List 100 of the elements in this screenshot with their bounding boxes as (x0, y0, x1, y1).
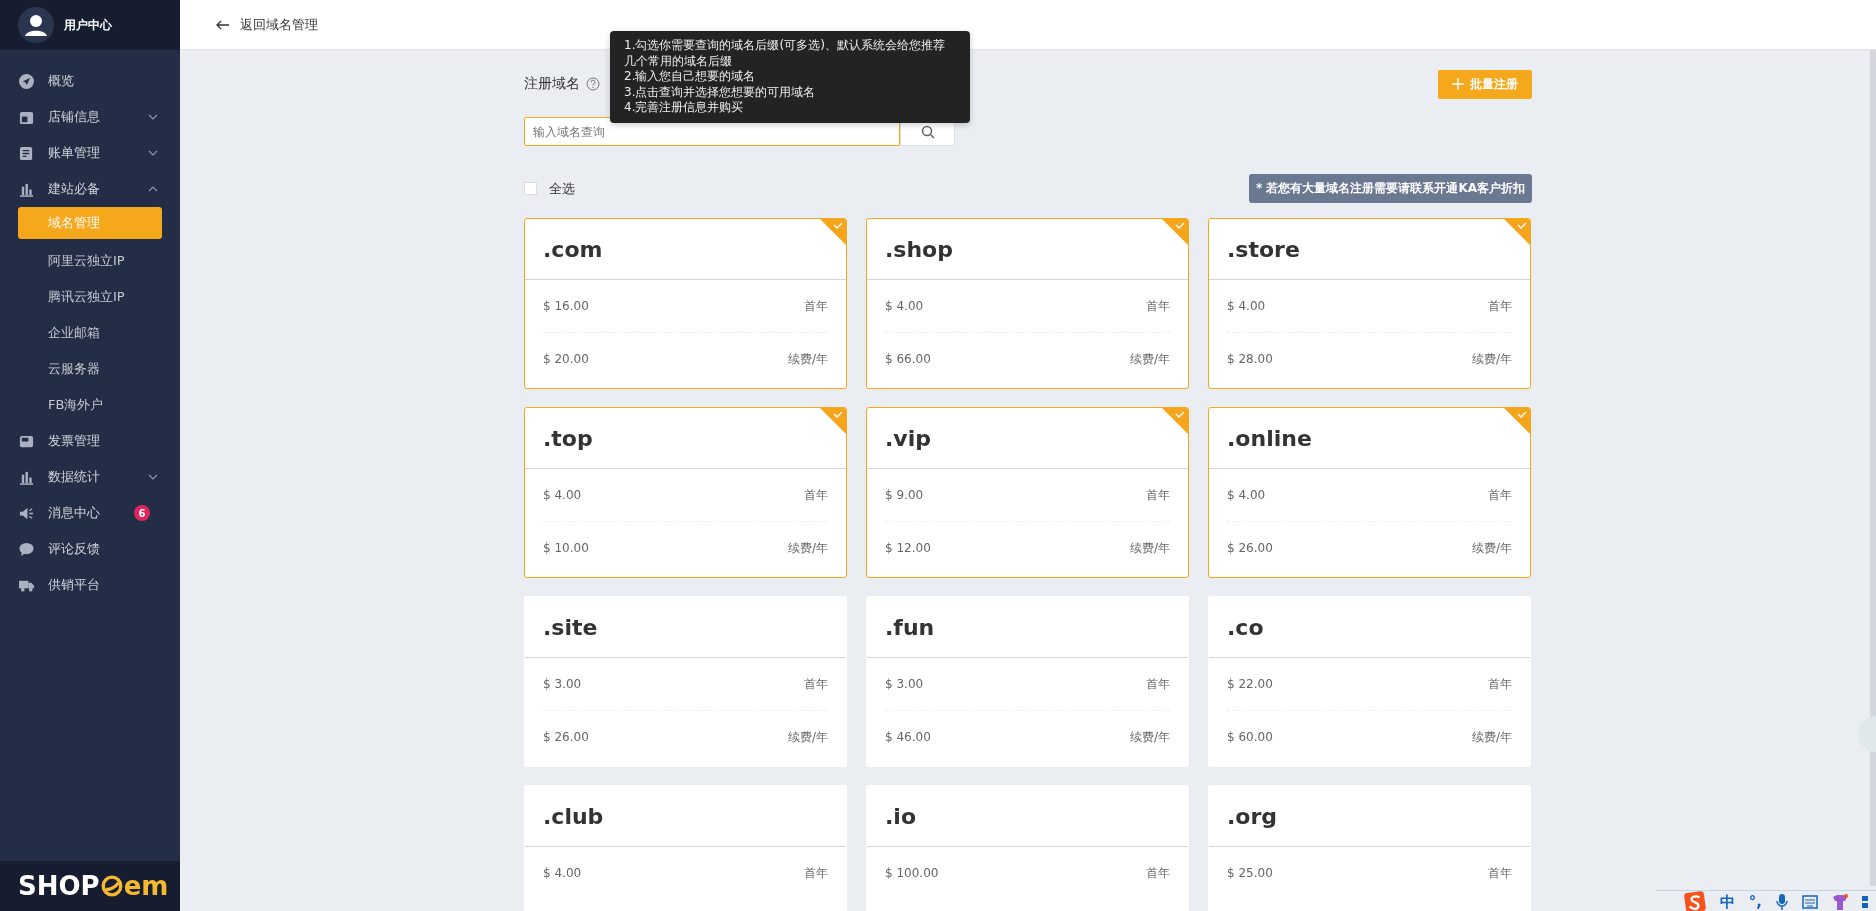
term-text: 首年 (1488, 297, 1512, 315)
chat-bubble-icon (19, 541, 34, 557)
domain-card[interactable]: .store $ 4.00 首年 $ 28.00 续费/年 (1208, 218, 1531, 389)
price-text: $ 66.00 (885, 352, 931, 366)
register-label: 注册域名 (524, 75, 580, 93)
term-text: 首年 (1488, 864, 1512, 882)
menu-item[interactable]: 建站必备 (0, 171, 180, 207)
term-text: 续费/年 (1471, 728, 1512, 746)
store-icon (19, 109, 34, 125)
price-text: $ 3.00 (885, 677, 924, 691)
domain-name: .store (1209, 219, 1530, 280)
domain-name: .vip (867, 408, 1188, 469)
bar-chart-icon (19, 181, 34, 197)
menu-item[interactable]: 消息中心 6 (0, 495, 180, 531)
term-text: 续费/年 (1129, 539, 1170, 557)
keyboard-icon[interactable] (1802, 895, 1818, 909)
domain-card[interactable]: .top $ 4.00 首年 $ 10.00 续费/年 (524, 407, 847, 578)
price-text: $ 26.00 (543, 730, 589, 744)
domain-card[interactable]: .org $ 25.00 首年 (1208, 785, 1531, 911)
price-text: $ 26.00 (1227, 541, 1273, 555)
menu-item[interactable]: 供销平台 (0, 567, 180, 603)
megaphone-icon (19, 505, 34, 521)
menu-item[interactable]: 概览 (0, 63, 180, 99)
compass-icon (19, 73, 34, 89)
menu-item[interactable]: 店铺信息 (0, 99, 180, 135)
submenu-item[interactable]: 腾讯云独立IP (0, 279, 162, 315)
domain-name: .shop (867, 219, 1188, 280)
term-text: 首年 (1488, 486, 1512, 504)
document-icon (19, 145, 34, 161)
discount-notice: * 若您有大量域名注册需要请联系开通KA客户折扣 (1248, 174, 1532, 203)
price-text: $ 3.00 (543, 677, 582, 691)
domain-card[interactable]: .fun $ 3.00 首年 $ 46.00 续费/年 (866, 596, 1189, 767)
back-arrow-icon (216, 19, 230, 30)
term-text: 续费/年 (1471, 539, 1512, 557)
checkmark-corner-icon (1162, 408, 1188, 434)
menu-item[interactable]: 发票管理 (0, 423, 180, 459)
price-text: $ 20.00 (543, 352, 589, 366)
checkmark-corner-icon (1162, 219, 1188, 245)
domain-card[interactable]: .vip $ 9.00 首年 $ 12.00 续费/年 (866, 407, 1189, 578)
term-text: 首年 (804, 486, 828, 504)
term-text: 续费/年 (1129, 350, 1170, 368)
price-text: $ 100.00 (885, 866, 939, 880)
price-text: $ 4.00 (885, 299, 924, 313)
domain-card[interactable]: .co $ 22.00 首年 $ 60.00 续费/年 (1208, 596, 1531, 767)
checkmark-corner-icon (820, 408, 846, 434)
price-text: $ 4.00 (1227, 488, 1266, 502)
domain-card[interactable]: .online $ 4.00 首年 $ 26.00 续费/年 (1208, 407, 1531, 578)
domain-name: .fun (867, 597, 1188, 658)
domain-card[interactable]: .site $ 3.00 首年 $ 26.00 续费/年 (524, 596, 847, 767)
domain-card[interactable]: .com $ 16.00 首年 $ 20.00 续费/年 (524, 218, 847, 389)
user-name[interactable]: 用户中心 (64, 16, 112, 34)
term-text: 续费/年 (1129, 728, 1170, 746)
domain-card[interactable]: .io $ 100.00 首年 (866, 785, 1189, 911)
term-text: 首年 (804, 675, 828, 693)
unread-badge: 6 (134, 505, 150, 521)
domain-name: .online (1209, 408, 1530, 469)
domain-card[interactable]: .shop $ 4.00 首年 $ 66.00 续费/年 (866, 218, 1189, 389)
submenu-item[interactable]: 阿里云独立IP (0, 243, 162, 279)
price-text: $ 10.00 (543, 541, 589, 555)
term-text: 续费/年 (787, 539, 828, 557)
shirt-icon[interactable] (1832, 894, 1848, 910)
domain-name: .org (1209, 786, 1530, 847)
tray-icon (19, 433, 34, 449)
checkmark-corner-icon (1504, 219, 1530, 245)
menu-item[interactable]: 数据统计 (0, 459, 180, 495)
tooltip-text: 1.勾选你需要查询的域名后缀(可多选)、默认系统会给您推荐几个常用的域名后缀 (624, 38, 946, 70)
domain-name: .top (525, 408, 846, 469)
search-icon (920, 124, 935, 139)
tooltip-text: 3.点击查询并选择您想要的可用域名 (624, 84, 817, 101)
submenu-item[interactable]: 云服务器 (0, 351, 162, 387)
back-link[interactable]: 返回域名管理 (216, 15, 318, 34)
submenu-item[interactable]: 企业邮箱 (0, 315, 162, 351)
select-all-checkbox[interactable]: 全选 (524, 179, 575, 198)
sogou-logo-icon[interactable] (1683, 891, 1706, 911)
logo-text: em (123, 871, 169, 901)
grid-icon[interactable] (1862, 894, 1870, 910)
submenu-item[interactable]: FB海外户 (0, 387, 162, 423)
tooltip-text: 4.完善注册信息并购买 (624, 100, 745, 116)
menu-item[interactable]: 账单管理 (0, 135, 180, 171)
tooltip-text: 2.输入您自己想要的域名 (624, 69, 757, 85)
term-text: 首年 (804, 864, 828, 882)
price-text: $ 4.00 (1227, 299, 1266, 313)
price-text: $ 60.00 (1227, 730, 1273, 744)
price-text: $ 12.00 (885, 541, 931, 555)
term-text: 续费/年 (1471, 350, 1512, 368)
domain-card[interactable]: .club $ 4.00 首年 (524, 785, 847, 911)
menu-item[interactable]: 评论反馈 (0, 531, 180, 567)
term-text: 首年 (1146, 864, 1170, 882)
domain-name: .com (525, 219, 846, 280)
domain-name: .io (867, 786, 1188, 847)
price-text: $ 9.00 (885, 488, 924, 502)
checkmark-corner-icon (820, 219, 846, 245)
help-icon[interactable] (586, 77, 600, 91)
term-text: 续费/年 (787, 350, 828, 368)
scrollbar[interactable] (1870, 50, 1876, 886)
price-text: $ 4.00 (543, 488, 582, 502)
microphone-icon[interactable] (1776, 894, 1788, 910)
price-text: $ 28.00 (1227, 352, 1273, 366)
punctuation-toggle[interactable]: °, (1748, 893, 1762, 911)
input-mode-toggle[interactable]: 中 (1719, 892, 1735, 911)
